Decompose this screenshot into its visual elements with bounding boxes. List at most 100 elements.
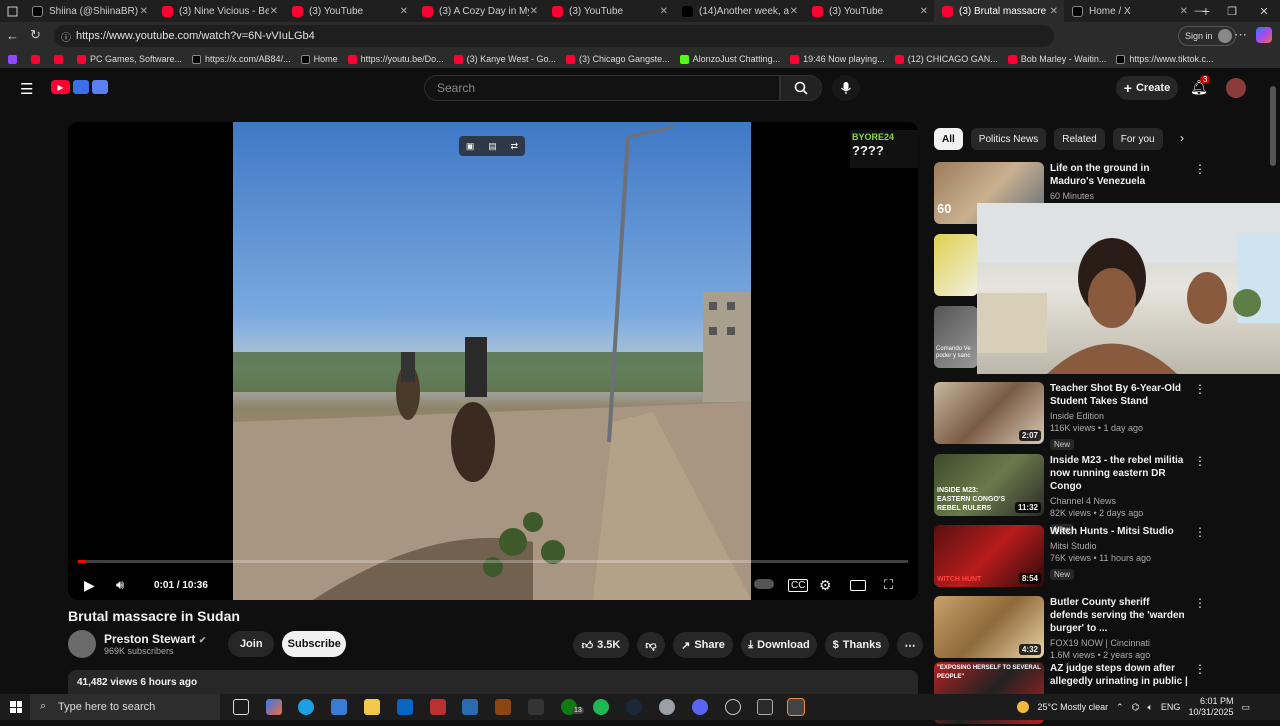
video-thumbnail[interactable]: 4:32 <box>934 596 1044 658</box>
recommendation-channel[interactable]: Mitsi Studio <box>1050 540 1190 552</box>
task-view-icon[interactable] <box>233 699 249 715</box>
bookmark-item[interactable]: https://youtu.be/Do... <box>347 54 444 64</box>
settings-gear-icon[interactable]: ⚙ <box>819 577 832 594</box>
video-frame[interactable]: ▣ ▤ ⇄ <box>233 122 751 600</box>
browser-tab[interactable]: (3) A Cozy Day in My ✕ <box>414 0 544 22</box>
recommendation-title[interactable]: Witch Hunts - Mitsi Studio <box>1050 525 1190 538</box>
channel-avatar[interactable] <box>68 630 96 658</box>
bookmark-item[interactable]: Home <box>300 54 338 64</box>
share-button[interactable]: ↗ Share <box>673 632 733 658</box>
refresh-icon[interactable]: ↻ <box>30 27 41 43</box>
captions-icon[interactable]: CC <box>788 578 809 592</box>
window-menu-icon[interactable] <box>0 0 24 22</box>
recommendation-channel[interactable]: Inside Edition <box>1050 410 1190 422</box>
close-window-button[interactable]: ✕ <box>1248 0 1280 22</box>
create-button[interactable]: + Create <box>1116 76 1178 100</box>
thanks-button[interactable]: $ Thanks <box>825 632 889 658</box>
more-options-icon[interactable]: ⋮ <box>1194 454 1206 468</box>
bookmark-item[interactable] <box>54 54 67 64</box>
back-icon[interactable]: ← <box>6 28 19 43</box>
fullscreen-icon[interactable]: ⛶ <box>884 577 893 593</box>
youtube-logo[interactable]: ▶ <box>51 80 109 96</box>
browser-tab[interactable]: (3) Brutal massacre in ✕ <box>934 0 1064 22</box>
recommendation-title[interactable]: Life on the ground in Maduro's Venezuela <box>1050 162 1190 188</box>
discord-icon[interactable] <box>692 699 708 715</box>
more-options-icon[interactable]: ⋮ <box>1194 596 1206 610</box>
close-tab-icon[interactable]: ✕ <box>1050 6 1058 17</box>
filter-chip[interactable]: All <box>934 128 963 150</box>
video-thumbnail[interactable] <box>934 234 978 296</box>
notifications-button[interactable]: 🔔︎ 3 <box>1190 75 1211 96</box>
close-tab-icon[interactable]: ✕ <box>270 6 278 17</box>
filter-chip[interactable]: Politics News <box>970 128 1047 150</box>
browser-menu-icon[interactable]: ⋯ <box>1234 27 1247 43</box>
close-tab-icon[interactable]: ✕ <box>400 6 408 17</box>
bookmark-item[interactable]: PC Games, Software... <box>77 54 182 64</box>
bookmark-item[interactable]: 19:46 Now playing... <box>790 54 885 64</box>
app-icon[interactable] <box>462 699 478 715</box>
taskbar-search-input[interactable]: ⌕ Type here to search <box>30 694 220 720</box>
notification-center-icon[interactable]: ▭ <box>1241 702 1250 713</box>
filter-chip[interactable]: Related <box>1054 128 1105 150</box>
maximize-button[interactable]: ❐ <box>1216 0 1248 22</box>
app-icon[interactable] <box>725 699 741 715</box>
windows-start-icon[interactable] <box>10 701 22 713</box>
recommendation-item[interactable]: 11:32 INSIDE M23: EASTERN CONGO'S REBEL R… <box>934 454 1264 535</box>
edge-icon[interactable] <box>298 699 314 715</box>
video-player[interactable]: ▣ ▤ ⇄ ▶ 🔊︎ 0:01 / 10:36 CC ⚙ ⛶ <box>68 122 918 600</box>
browser-tab[interactable]: Shiina (@ShiinaBR) / X✕ <box>24 0 154 22</box>
dislike-button[interactable]: 👎︎ <box>637 632 665 658</box>
store-icon[interactable] <box>331 699 347 715</box>
channel-name[interactable]: Preston Stewart ✔ <box>104 632 206 646</box>
search-button[interactable] <box>780 75 822 101</box>
hamburger-menu-icon[interactable]: ☰ <box>20 80 33 98</box>
autoplay-toggle[interactable] <box>754 579 774 589</box>
recommendation-item[interactable]: 8:54 WITCH HUNT Witch Hunts - Mitsi Studio… <box>934 525 1264 589</box>
outlook-icon[interactable] <box>397 699 413 715</box>
voice-search-button[interactable] <box>832 75 860 101</box>
copilot-taskbar-icon[interactable] <box>266 699 282 715</box>
recommendation-channel[interactable]: FOX19 NOW | Cincinnati <box>1050 637 1190 649</box>
app-icon[interactable] <box>495 699 511 715</box>
app-icon[interactable] <box>528 699 544 715</box>
bookmark-item[interactable]: Bob Marley - Waitin... <box>1007 54 1106 64</box>
more-options-icon[interactable]: ⋮ <box>1194 382 1206 396</box>
video-thumbnail[interactable]: 8:54 WITCH HUNT <box>934 525 1044 587</box>
site-info-icon[interactable]: ⓘ <box>61 29 71 44</box>
network-icon[interactable]: ⌬ <box>1132 702 1140 713</box>
video-thumbnail[interactable]: 11:32 INSIDE M23: EASTERN CONGO'S REBEL R… <box>934 454 1044 516</box>
url-field[interactable]: ⓘ https://www.youtube.com/watch?v=6N-vVI… <box>54 25 1054 47</box>
sign-in-button[interactable]: Sign in <box>1178 26 1236 46</box>
progress-bar[interactable] <box>78 560 908 563</box>
copilot-icon[interactable] <box>1256 27 1272 43</box>
video-thumbnail[interactable]: Comando Ve poder y sanc <box>934 306 978 368</box>
bookmark-item[interactable]: AlonzoJust Chatting... <box>679 54 780 64</box>
bookmark-item[interactable]: (3) Kanye West - Go... <box>453 54 556 64</box>
bookmark-item[interactable]: (3) Chicago Gangste... <box>566 54 670 64</box>
app-icon[interactable] <box>787 698 805 716</box>
avatar[interactable] <box>1226 78 1246 98</box>
weather-icon[interactable] <box>1017 701 1030 713</box>
bookmark-item[interactable]: https://x.com/AB84/... <box>192 54 291 64</box>
minimize-button[interactable]: — <box>1184 0 1216 22</box>
browser-tab[interactable]: Home / X ✕ <box>1064 0 1194 22</box>
volume-icon[interactable]: 🔊︎ <box>116 577 124 593</box>
recommendation-title[interactable]: Butler County sheriff defends serving th… <box>1050 596 1190 635</box>
description-box[interactable]: 41,482 views 6 hours ago <box>68 670 918 694</box>
recommendation-item[interactable]: 4:32 Butler County sheriff defends servin… <box>934 596 1264 660</box>
recommendation-channel[interactable]: Channel 4 News <box>1050 495 1190 507</box>
notes-icon[interactable]: ▤ <box>488 141 497 152</box>
translate-icon[interactable]: ⇄ <box>511 141 519 152</box>
close-tab-icon[interactable]: ✕ <box>790 6 798 17</box>
epic-games-icon[interactable] <box>757 699 773 715</box>
more-options-icon[interactable]: ⋮ <box>1194 162 1206 176</box>
subscribe-button[interactable]: Subscribe <box>282 631 347 657</box>
play-icon[interactable]: ▶ <box>84 577 95 594</box>
browser-tab[interactable]: (14)Another week, an ✕ <box>674 0 804 22</box>
browser-tab[interactable]: (3) YouTube ✕ <box>284 0 414 22</box>
bookmark-item[interactable] <box>31 54 44 64</box>
bookmark-item[interactable]: https://www.tiktok.c... <box>1116 54 1213 64</box>
more-options-icon[interactable]: ⋮ <box>1194 525 1206 539</box>
like-button[interactable]: 👍︎ 3.5K <box>573 632 629 658</box>
clock[interactable]: 6:01 PM 10/31/2025 <box>1188 696 1233 718</box>
